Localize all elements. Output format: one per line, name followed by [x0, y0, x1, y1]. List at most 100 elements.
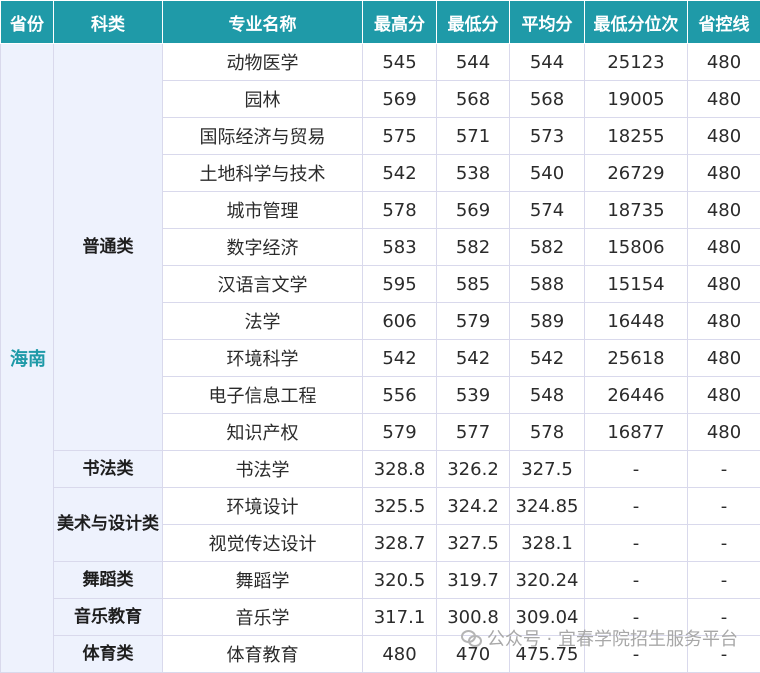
min-score-cell: 300.8	[437, 599, 510, 636]
major-cell: 动物医学	[163, 44, 363, 81]
min-rank-cell: 15806	[585, 229, 688, 266]
min-score-cell: 568	[437, 81, 510, 118]
category-cell: 普通类	[54, 44, 163, 451]
min-rank-cell: 15154	[585, 266, 688, 303]
max-score-cell: 328.8	[363, 451, 437, 488]
min-score-cell: 585	[437, 266, 510, 303]
max-score-cell: 545	[363, 44, 437, 81]
major-cell: 音乐学	[163, 599, 363, 636]
header-province: 省份	[1, 1, 54, 44]
min-score-cell: 569	[437, 192, 510, 229]
avg-score-cell: 573	[510, 118, 585, 155]
major-cell: 法学	[163, 303, 363, 340]
avg-score-cell: 309.04	[510, 599, 585, 636]
avg-score-cell: 568	[510, 81, 585, 118]
max-score-cell: 542	[363, 155, 437, 192]
header-row: 省份 科类 专业名称 最高分 最低分 平均分 最低分位次 省控线	[1, 1, 760, 44]
min-score-cell: 470	[437, 636, 510, 673]
header-category: 科类	[54, 1, 163, 44]
header-avg-score: 平均分	[510, 1, 585, 44]
avg-score-cell: 540	[510, 155, 585, 192]
major-cell: 土地科学与技术	[163, 155, 363, 192]
max-score-cell: 569	[363, 81, 437, 118]
max-score-cell: 595	[363, 266, 437, 303]
avg-score-cell: 588	[510, 266, 585, 303]
major-cell: 视觉传达设计	[163, 525, 363, 562]
max-score-cell: 542	[363, 340, 437, 377]
avg-score-cell: 582	[510, 229, 585, 266]
avg-score-cell: 320.24	[510, 562, 585, 599]
min-score-cell: 539	[437, 377, 510, 414]
avg-score-cell: 548	[510, 377, 585, 414]
avg-score-cell: 574	[510, 192, 585, 229]
major-cell: 体育教育	[163, 636, 363, 673]
category-cell: 书法类	[54, 451, 163, 488]
avg-score-cell: 327.5	[510, 451, 585, 488]
province-cell: 海南	[1, 44, 54, 673]
control-line-cell: 480	[688, 155, 760, 192]
avg-score-cell: 328.1	[510, 525, 585, 562]
max-score-cell: 320.5	[363, 562, 437, 599]
table-row: 音乐教育 音乐学 317.1 300.8 309.04 - -	[1, 599, 760, 636]
control-line-cell: 480	[688, 192, 760, 229]
major-cell: 汉语言文学	[163, 266, 363, 303]
avg-score-cell: 589	[510, 303, 585, 340]
header-min-score: 最低分	[437, 1, 510, 44]
max-score-cell: 556	[363, 377, 437, 414]
major-cell: 书法学	[163, 451, 363, 488]
header-max-score: 最高分	[363, 1, 437, 44]
category-cell: 体育类	[54, 636, 163, 673]
min-rank-cell: 18735	[585, 192, 688, 229]
major-cell: 知识产权	[163, 414, 363, 451]
control-line-cell: 480	[688, 118, 760, 155]
max-score-cell: 583	[363, 229, 437, 266]
admission-score-table: 省份 科类 专业名称 最高分 最低分 平均分 最低分位次 省控线 海南 普通类 …	[0, 0, 760, 673]
control-line-cell: -	[688, 599, 760, 636]
min-score-cell: 538	[437, 155, 510, 192]
table-row: 美术与设计类 环境设计 325.5 324.2 324.85 - -	[1, 488, 760, 525]
category-cell: 音乐教育	[54, 599, 163, 636]
min-score-cell: 324.2	[437, 488, 510, 525]
max-score-cell: 325.5	[363, 488, 437, 525]
control-line-cell: -	[688, 562, 760, 599]
category-cell: 美术与设计类	[54, 488, 163, 562]
min-score-cell: 544	[437, 44, 510, 81]
min-rank-cell: 18255	[585, 118, 688, 155]
avg-score-cell: 324.85	[510, 488, 585, 525]
min-rank-cell: 26446	[585, 377, 688, 414]
avg-score-cell: 578	[510, 414, 585, 451]
min-score-cell: 319.7	[437, 562, 510, 599]
control-line-cell: 480	[688, 303, 760, 340]
min-score-cell: 571	[437, 118, 510, 155]
major-cell: 国际经济与贸易	[163, 118, 363, 155]
control-line-cell: -	[688, 636, 760, 673]
min-rank-cell: 25618	[585, 340, 688, 377]
min-rank-cell: 16448	[585, 303, 688, 340]
min-score-cell: 326.2	[437, 451, 510, 488]
control-line-cell: 480	[688, 414, 760, 451]
min-score-cell: 542	[437, 340, 510, 377]
min-rank-cell: 25123	[585, 44, 688, 81]
header-min-rank: 最低分位次	[585, 1, 688, 44]
max-score-cell: 328.7	[363, 525, 437, 562]
max-score-cell: 606	[363, 303, 437, 340]
min-rank-cell: -	[585, 525, 688, 562]
min-rank-cell: 19005	[585, 81, 688, 118]
max-score-cell: 575	[363, 118, 437, 155]
min-rank-cell: -	[585, 562, 688, 599]
avg-score-cell: 475.75	[510, 636, 585, 673]
control-line-cell: 480	[688, 266, 760, 303]
control-line-cell: 480	[688, 81, 760, 118]
category-cell: 舞蹈类	[54, 562, 163, 599]
control-line-cell: -	[688, 488, 760, 525]
major-cell: 舞蹈学	[163, 562, 363, 599]
header-control-line: 省控线	[688, 1, 760, 44]
table-row: 体育类 体育教育 480 470 475.75 - -	[1, 636, 760, 673]
control-line-cell: 480	[688, 229, 760, 266]
min-score-cell: 582	[437, 229, 510, 266]
min-rank-cell: -	[585, 488, 688, 525]
table-row: 海南 普通类 动物医学 545 544 544 25123 480	[1, 44, 760, 81]
major-cell: 城市管理	[163, 192, 363, 229]
max-score-cell: 578	[363, 192, 437, 229]
min-rank-cell: -	[585, 451, 688, 488]
